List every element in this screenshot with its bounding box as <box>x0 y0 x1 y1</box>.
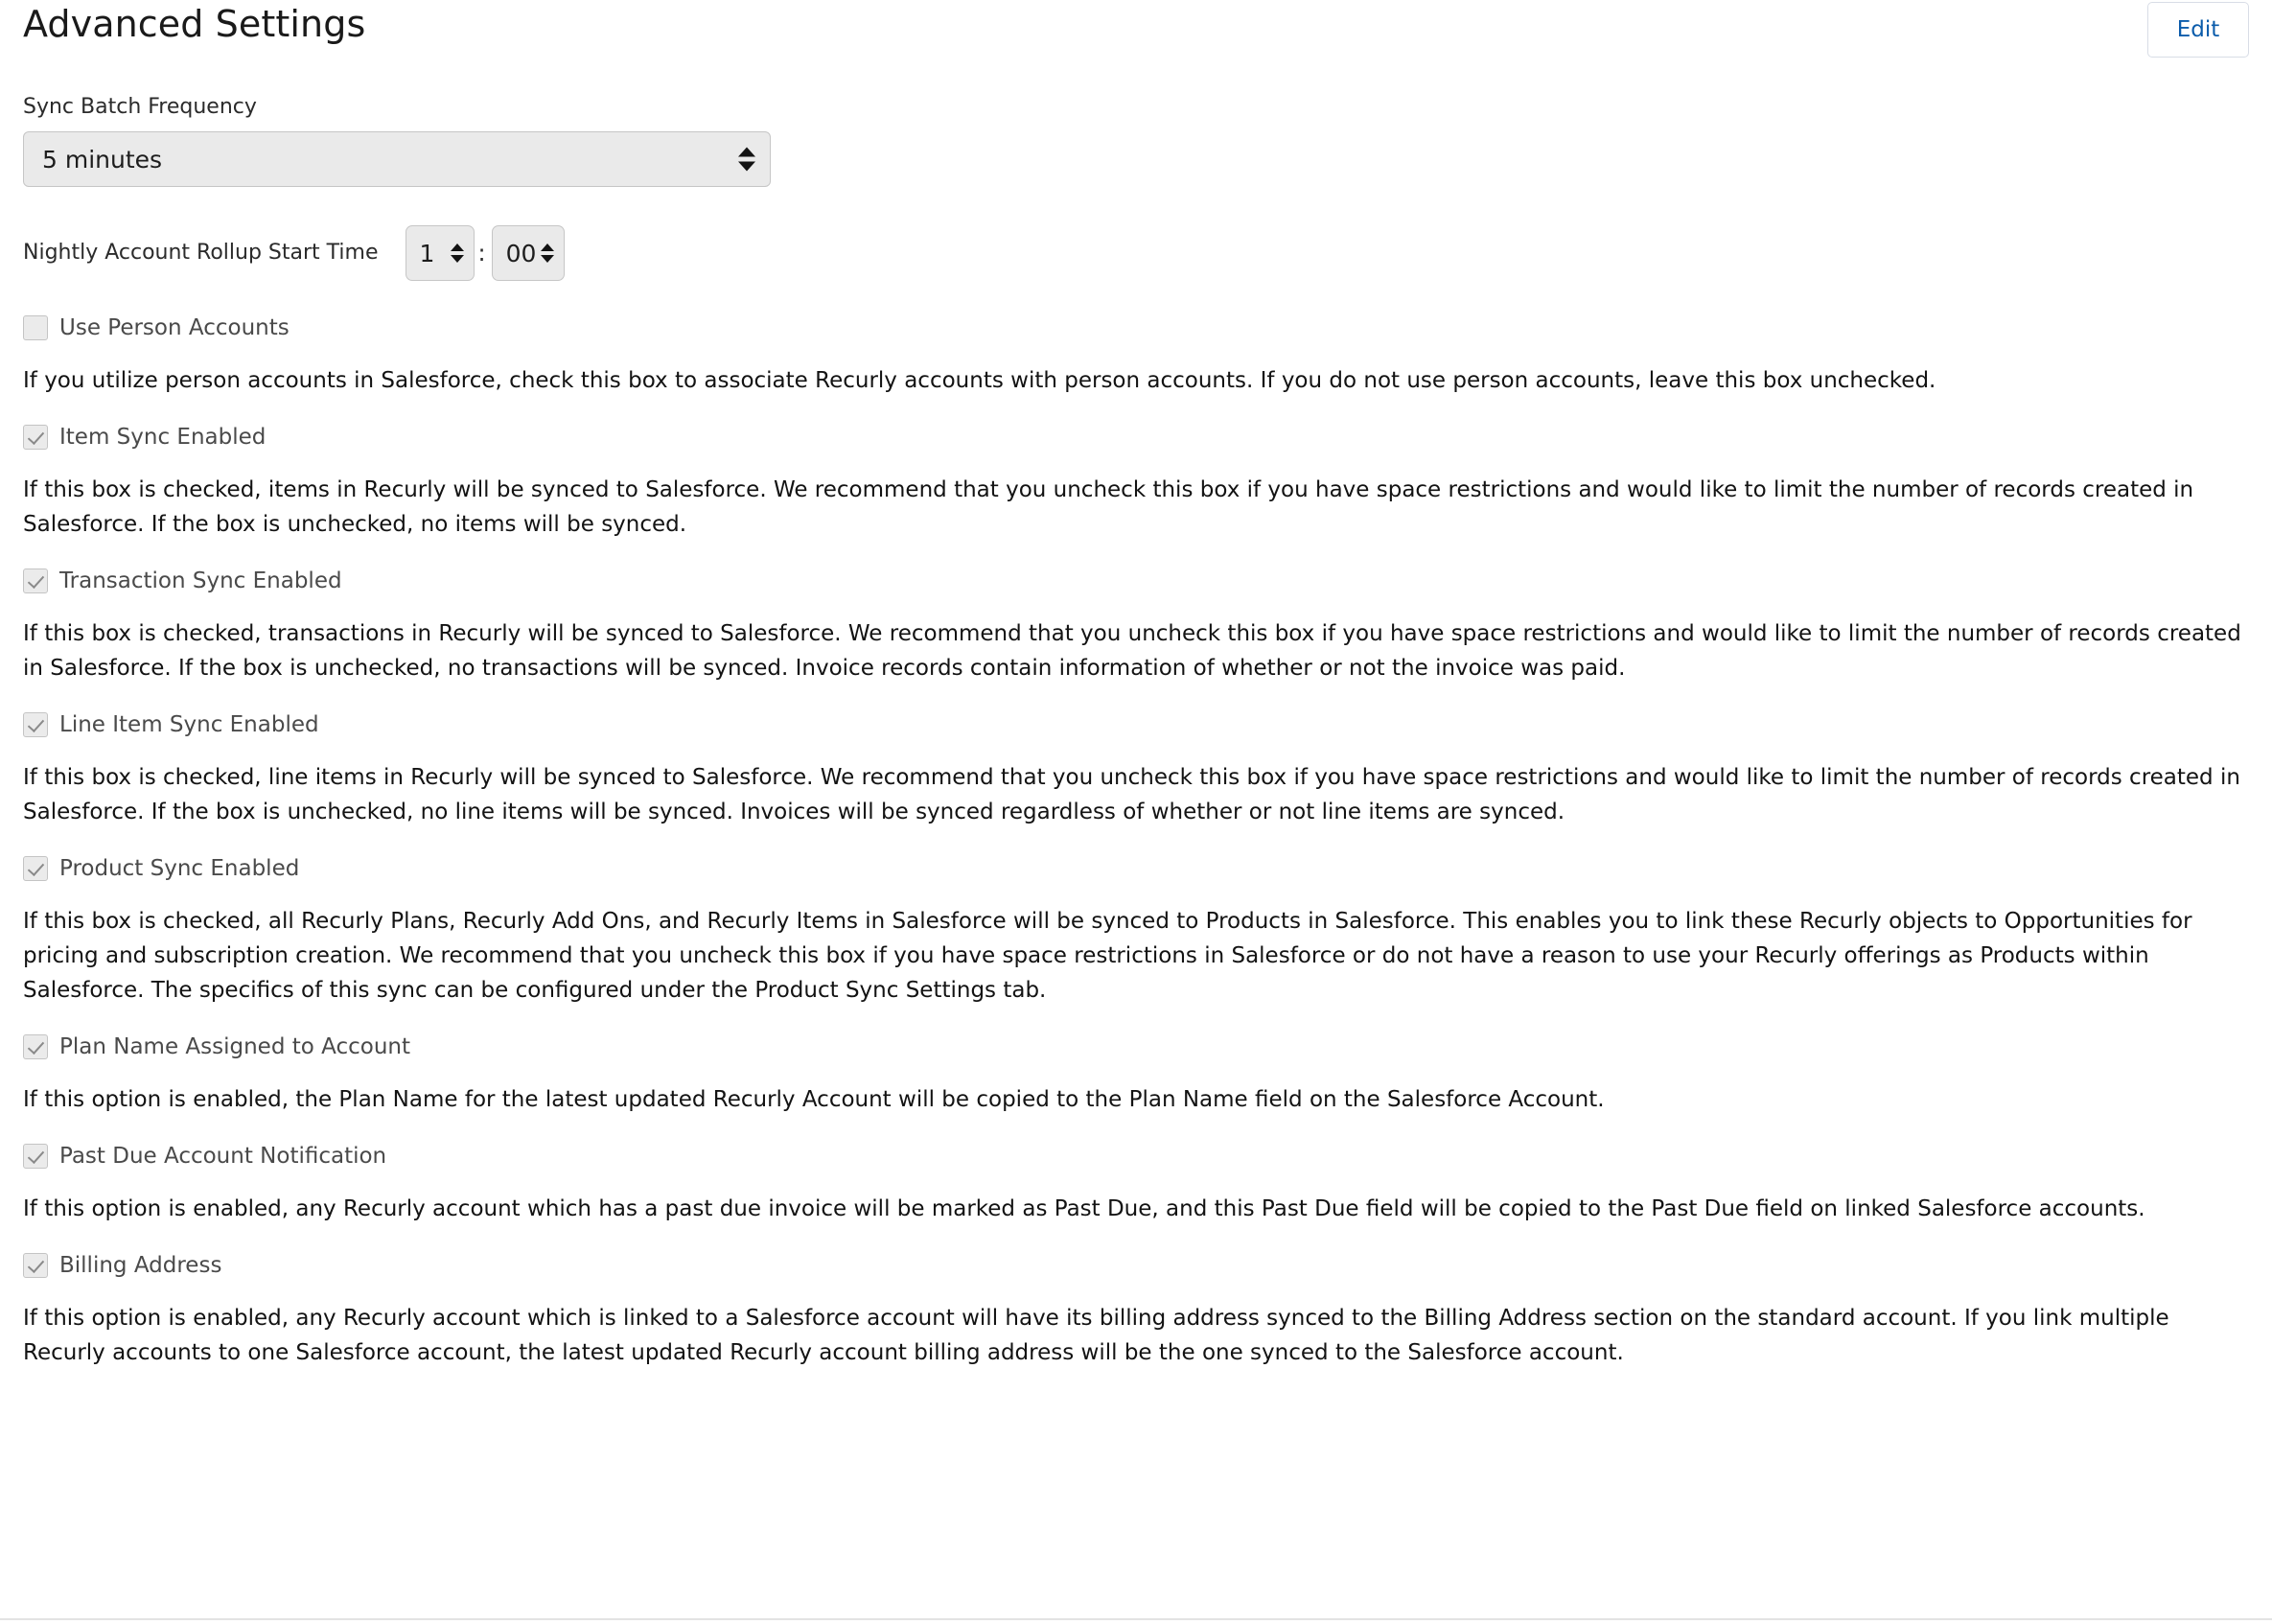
chevron-up-icon <box>540 244 554 251</box>
setting-use-person-accounts: Use Person Accounts If you utilize person… <box>23 313 2249 398</box>
sync-batch-frequency-select[interactable]: 5 minutes <box>23 131 771 187</box>
checkbox-row-product-sync-enabled[interactable]: Product Sync Enabled <box>23 854 2249 883</box>
bottom-divider <box>0 1618 2272 1620</box>
checkbox-label-item-sync-enabled: Item Sync Enabled <box>59 425 267 450</box>
checkbox-line-item-sync-enabled[interactable] <box>23 712 48 737</box>
setting-item-sync-enabled: Item Sync Enabled If this box is checked,… <box>23 423 2249 542</box>
setting-product-sync-enabled: Product Sync Enabled If this box is check… <box>23 854 2249 1008</box>
checkbox-billing-address[interactable] <box>23 1253 48 1278</box>
checkbox-use-person-accounts[interactable] <box>23 315 48 340</box>
checkbox-plan-name-assigned-to-account[interactable] <box>23 1034 48 1059</box>
setting-description-use-person-accounts: If you utilize person accounts in Salesf… <box>23 368 1936 393</box>
sync-batch-frequency-label: Sync Batch Frequency <box>23 95 257 119</box>
settings-list: Use Person Accounts If you utilize person… <box>23 313 2249 1370</box>
hour-stepper-icon <box>450 244 464 263</box>
edit-button[interactable]: Edit <box>2147 2 2249 58</box>
nightly-rollup-label: Nightly Account Rollup Start Time <box>23 241 379 265</box>
chevron-up-icon <box>450 244 464 251</box>
setting-description-transaction-sync-enabled: If this box is checked, transactions in … <box>23 621 2241 681</box>
checkbox-row-item-sync-enabled[interactable]: Item Sync Enabled <box>23 423 2249 452</box>
checkbox-row-plan-name-assigned-to-account[interactable]: Plan Name Assigned to Account <box>23 1032 2249 1061</box>
setting-plan-name-assigned-to-account: Plan Name Assigned to Account If this opt… <box>23 1032 2249 1117</box>
checkbox-label-plan-name-assigned-to-account: Plan Name Assigned to Account <box>59 1034 411 1059</box>
advanced-settings-page: Advanced Settings Edit Sync Batch Freque… <box>0 0 2272 1624</box>
setting-description-billing-address: If this option is enabled, any Recurly a… <box>23 1306 2169 1365</box>
sync-batch-frequency-select-wrap: 5 minutes <box>23 131 771 187</box>
sync-batch-frequency-value: 5 minutes <box>42 145 163 174</box>
setting-line-item-sync-enabled: Line Item Sync Enabled If this box is che… <box>23 710 2249 829</box>
setting-transaction-sync-enabled: Transaction Sync Enabled If this box is c… <box>23 567 2249 685</box>
time-separator: : <box>477 240 486 267</box>
page-header: Advanced Settings Edit <box>23 0 2249 69</box>
checkbox-past-due-account-notification[interactable] <box>23 1144 48 1169</box>
checkbox-transaction-sync-enabled[interactable] <box>23 568 48 593</box>
nightly-rollup-minute-stepper[interactable]: 00 <box>491 225 565 281</box>
checkbox-label-billing-address: Billing Address <box>59 1253 222 1278</box>
sync-batch-frequency-field: Sync Batch Frequency 5 minutes <box>23 94 2249 187</box>
nightly-rollup-hour-value: 1 <box>419 239 435 267</box>
checkbox-label-transaction-sync-enabled: Transaction Sync Enabled <box>59 568 342 593</box>
page-title: Advanced Settings <box>23 3 366 45</box>
setting-description-line-item-sync-enabled: If this box is checked, line items in Re… <box>23 765 2240 824</box>
checkbox-item-sync-enabled[interactable] <box>23 425 48 450</box>
checkbox-row-transaction-sync-enabled[interactable]: Transaction Sync Enabled <box>23 567 2249 595</box>
checkbox-label-past-due-account-notification: Past Due Account Notification <box>59 1144 387 1169</box>
setting-billing-address: Billing Address If this option is enabled… <box>23 1251 2249 1370</box>
nightly-rollup-hour-stepper[interactable]: 1 <box>405 225 475 281</box>
setting-description-plan-name-assigned-to-account: If this option is enabled, the Plan Name… <box>23 1087 1605 1112</box>
nightly-rollup-minute-value: 00 <box>505 239 537 267</box>
checkbox-row-line-item-sync-enabled[interactable]: Line Item Sync Enabled <box>23 710 2249 739</box>
checkbox-row-past-due-account-notification[interactable]: Past Due Account Notification <box>23 1142 2249 1171</box>
checkbox-label-product-sync-enabled: Product Sync Enabled <box>59 856 300 881</box>
chevron-down-icon <box>450 255 464 263</box>
nightly-rollup-start-time-row: Nightly Account Rollup Start Time 1 : 00 <box>23 225 2249 281</box>
minute-stepper-icon <box>540 244 554 263</box>
checkbox-label-use-person-accounts: Use Person Accounts <box>59 315 290 340</box>
checkbox-product-sync-enabled[interactable] <box>23 856 48 881</box>
setting-past-due-account-notification: Past Due Account Notification If this opt… <box>23 1142 2249 1226</box>
setting-description-past-due-account-notification: If this option is enabled, any Recurly a… <box>23 1196 2145 1221</box>
setting-description-item-sync-enabled: If this box is checked, items in Recurly… <box>23 477 2194 537</box>
checkbox-label-line-item-sync-enabled: Line Item Sync Enabled <box>59 712 319 737</box>
checkbox-row-use-person-accounts[interactable]: Use Person Accounts <box>23 313 2249 342</box>
checkbox-row-billing-address[interactable]: Billing Address <box>23 1251 2249 1280</box>
chevron-down-icon <box>540 255 554 263</box>
setting-description-product-sync-enabled: If this box is checked, all Recurly Plan… <box>23 909 2192 1003</box>
